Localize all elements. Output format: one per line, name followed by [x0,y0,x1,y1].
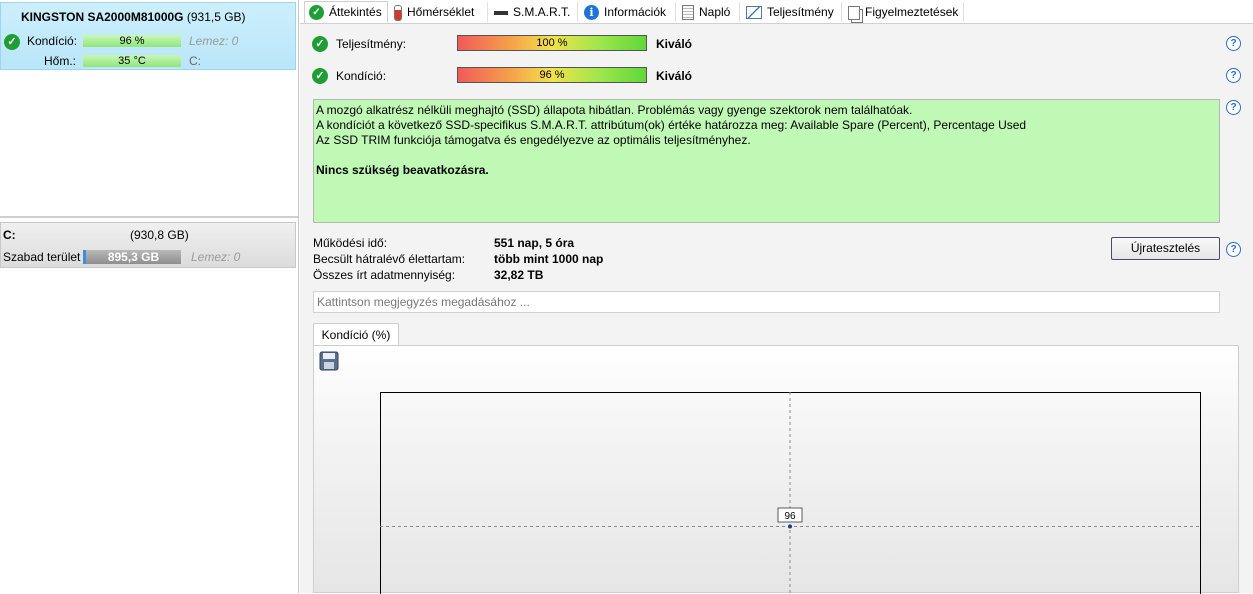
tab-label: Teljesítmény [767,5,834,19]
uptime-label: Működési idő: [313,236,387,250]
drive-icon [494,11,508,15]
performance-status: Kiváló [656,37,692,51]
tab-alerts[interactable]: Figyelmeztetések [844,2,964,22]
log-icon [682,5,694,20]
condition-label: Kondíció: [336,69,386,83]
summary-line: A kondíciót a következő SSD-specifikus S… [316,118,1217,133]
tab-overview[interactable]: ✓ Áttekintés [304,1,388,23]
performance-icon [746,6,762,19]
tab-label: Információk [604,5,666,19]
summary-line: Az SSD TRIM funkciója támogatva és enged… [316,133,1217,148]
tab-log[interactable]: Napló [678,2,740,22]
disk-drive-letter: C: [189,54,201,68]
disk-list-panel: KINGSTON SA2000M81000G (931,5 GB) ✓ Kond… [0,0,299,593]
condition-ok-icon: ✓ [312,68,328,84]
disk-condition-label: Kondíció: [27,34,77,48]
disk-size: (931,5 GB) [187,10,246,24]
total-written-label: Összes írt adatmennyiség: [313,268,455,282]
remaining-life-value: több mint 1000 nap [494,252,603,266]
condition-chart: 96 96 [380,392,1202,594]
disk-temp-bar: 35 °C [83,55,181,67]
status-ok-icon: ✓ [4,34,20,50]
volume-size: (930,8 GB) [130,228,189,242]
tab-bar: ✓ Áttekintés Hőmérséklet S.M.A.R.T. i Info… [300,0,1253,24]
condition-help-icon[interactable]: ? [1226,68,1241,83]
tab-information[interactable]: i Információk [580,2,676,22]
alerts-icon [848,6,860,20]
disk-temp-label: Hőm.: [44,54,76,68]
tab-smart[interactable]: S.M.A.R.T. [490,2,578,22]
performance-ok-icon: ✓ [312,36,328,52]
remaining-life-label: Becsült hátralévő élettartam: [313,252,465,266]
uptime-value: 551 nap, 5 óra [494,236,574,250]
disk-title: KINGSTON SA2000M81000G (931,5 GB) [21,10,246,24]
summary-help-icon[interactable]: ? [1226,100,1241,115]
volume-lemez-label: Lemez: 0 [191,250,240,264]
tab-label: Hőmérséklet [407,5,474,19]
tab-label: S.M.A.R.T. [513,5,570,19]
panel-splitter[interactable] [0,216,298,218]
data-point [788,525,792,529]
info-icon: i [584,5,599,20]
tab-performance[interactable]: Teljesítmény [742,2,842,22]
free-space-label: Szabad terület [3,250,80,264]
tab-label: Áttekintés [329,5,382,19]
disk-name: KINGSTON SA2000M81000G [21,10,184,24]
disk-lemez-label: Lemez: 0 [189,34,238,48]
tab-condition-chart[interactable]: Kondíció (%) [313,323,399,345]
health-summary-box: A mozgó alkatrész nélküli meghajtó (SSD)… [313,99,1220,223]
retest-help-icon[interactable]: ? [1226,242,1241,257]
disk-card-selected[interactable]: KINGSTON SA2000M81000G (931,5 GB) ✓ Kond… [0,2,296,70]
disk-condition-bar: 96 % [83,35,181,47]
performance-meter: 100 % [457,35,647,51]
summary-line: A mozgó alkatrész nélküli meghajtó (SSD)… [316,103,1217,118]
save-icon[interactable] [319,351,339,371]
tab-temperature[interactable]: Hőmérséklet [390,2,488,22]
condition-status: Kiváló [656,69,692,83]
performance-label: Teljesítmény: [336,37,406,51]
tab-label: Napló [699,5,730,19]
data-label: 96 [784,511,796,522]
tab-label: Figyelmeztetések [865,5,958,19]
overview-panel: ✓ Teljesítmény: 100 % Kiváló ? ✓ Kondíci… [300,24,1253,593]
retest-button[interactable]: Újratesztelés [1111,237,1220,260]
volume-letter: C: [3,228,16,242]
check-icon: ✓ [309,5,324,20]
total-written-value: 32,82 TB [494,268,543,282]
condition-chart-area: 96 96 [313,345,1239,593]
thermometer-icon [394,5,402,21]
condition-meter: 96 % [457,67,647,83]
summary-action: Nincs szükség beavatkozásra. [316,163,1217,178]
free-space-bar: 895,3 GB [83,250,181,264]
volume-card[interactable]: C: (930,8 GB) Szabad terület 895,3 GB Le… [0,222,296,268]
performance-help-icon[interactable]: ? [1226,36,1241,51]
note-input[interactable]: Kattintson megjegyzés megadásához ... [313,291,1220,313]
